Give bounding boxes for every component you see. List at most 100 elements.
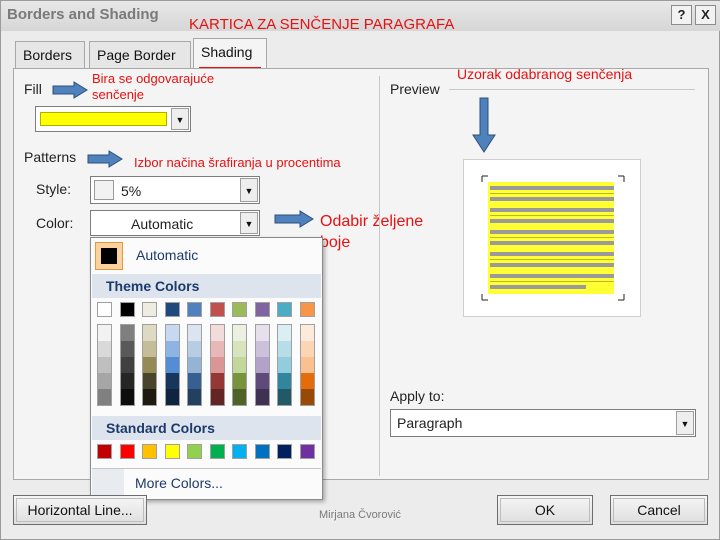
automatic-color-swatch[interactable] xyxy=(101,248,117,264)
color-menu: Automatic Theme Colors Standard Colors M… xyxy=(90,237,323,500)
theme-color-tint-swatch[interactable] xyxy=(119,389,135,405)
standard-color-swatch[interactable] xyxy=(232,444,247,459)
theme-color-swatch[interactable] xyxy=(299,302,315,317)
standard-color-swatch[interactable] xyxy=(97,444,112,459)
theme-color-tint-swatch[interactable] xyxy=(97,357,112,373)
theme-color-tint-column xyxy=(142,324,157,406)
author-credit: Mirjana Čvorović xyxy=(319,509,401,521)
tab-borders[interactable]: Borders xyxy=(15,41,85,69)
theme-color-tint-swatch[interactable] xyxy=(254,373,270,389)
standard-color-swatch[interactable] xyxy=(187,444,202,459)
more-colors-option[interactable]: More Colors... xyxy=(135,475,223,491)
theme-color-tint-swatch[interactable] xyxy=(209,357,225,373)
theme-color-tint-swatch[interactable] xyxy=(277,357,292,373)
theme-color-tint-swatch[interactable] xyxy=(209,325,225,341)
theme-color-tint-swatch[interactable] xyxy=(119,325,135,341)
theme-colors-heading: Theme Colors xyxy=(92,274,321,298)
theme-color-tint-swatch[interactable] xyxy=(232,325,247,341)
theme-color-tint-swatch[interactable] xyxy=(254,341,270,357)
theme-color-tint-swatch[interactable] xyxy=(97,373,112,389)
close-button[interactable]: X xyxy=(695,5,716,25)
help-button[interactable]: ? xyxy=(671,5,692,25)
theme-color-tint-swatch[interactable] xyxy=(277,325,292,341)
patterns-annotation: Izbor načina šrafiranja u procentima xyxy=(134,155,341,170)
apply-to-dropdown[interactable]: Paragraph ▼ xyxy=(390,409,696,437)
theme-color-tint-swatch[interactable] xyxy=(254,357,270,373)
theme-color-tint-swatch[interactable] xyxy=(119,373,135,389)
theme-color-tint-swatch[interactable] xyxy=(187,373,202,389)
theme-color-tint-swatch[interactable] xyxy=(209,341,225,357)
theme-color-tint-swatch[interactable] xyxy=(119,357,135,373)
theme-color-tint-swatch[interactable] xyxy=(232,357,247,373)
fill-color-dropdown[interactable]: ▼ xyxy=(35,106,191,132)
horizontal-line-button[interactable]: Horizontal Line... xyxy=(13,495,147,525)
theme-color-swatch[interactable] xyxy=(254,302,270,317)
theme-color-tint-swatch[interactable] xyxy=(164,341,180,357)
theme-color-swatch[interactable] xyxy=(209,302,225,317)
theme-color-tint-swatch[interactable] xyxy=(232,341,247,357)
theme-color-tint-swatch[interactable] xyxy=(142,389,157,405)
theme-color-tint-swatch[interactable] xyxy=(254,389,270,405)
theme-color-tint-swatch[interactable] xyxy=(299,373,315,389)
pattern-color-dropdown[interactable]: Automatic ▼ xyxy=(90,210,260,236)
standard-color-swatch[interactable] xyxy=(209,444,225,459)
standard-color-swatch[interactable] xyxy=(164,444,180,459)
theme-color-tint-swatch[interactable] xyxy=(164,389,180,405)
automatic-color-option[interactable]: Automatic xyxy=(136,247,198,263)
theme-color-tint-swatch[interactable] xyxy=(164,325,180,341)
standard-color-swatch[interactable] xyxy=(299,444,315,459)
theme-color-tint-swatch[interactable] xyxy=(164,373,180,389)
theme-color-swatch[interactable] xyxy=(277,302,292,317)
theme-color-tint-swatch[interactable] xyxy=(277,341,292,357)
ok-button[interactable]: OK xyxy=(497,495,593,525)
chevron-down-icon[interactable]: ▼ xyxy=(676,411,694,435)
color-annotation: Odabir željene boje xyxy=(320,213,424,251)
theme-color-tint-swatch[interactable] xyxy=(119,341,135,357)
theme-color-tint-swatch[interactable] xyxy=(164,357,180,373)
theme-color-tint-swatch[interactable] xyxy=(299,357,315,373)
theme-color-swatch[interactable] xyxy=(187,302,202,317)
theme-color-swatch[interactable] xyxy=(232,302,247,317)
tab-page-border[interactable]: Page Border xyxy=(89,41,191,69)
theme-color-tint-swatch[interactable] xyxy=(299,325,315,341)
chevron-down-icon[interactable]: ▼ xyxy=(240,212,258,234)
theme-color-tint-swatch[interactable] xyxy=(209,373,225,389)
theme-color-tint-swatch[interactable] xyxy=(187,341,202,357)
theme-color-tint-swatch[interactable] xyxy=(299,389,315,405)
panel-divider xyxy=(379,76,380,476)
theme-color-tint-swatch[interactable] xyxy=(209,389,225,405)
cancel-button[interactable]: Cancel xyxy=(610,495,708,525)
theme-color-tint-column xyxy=(254,324,270,406)
standard-color-swatch[interactable] xyxy=(119,444,135,459)
pattern-color-value: Automatic xyxy=(131,216,194,232)
theme-color-swatch[interactable] xyxy=(142,302,157,317)
theme-color-tint-swatch[interactable] xyxy=(97,389,112,405)
theme-color-tint-swatch[interactable] xyxy=(254,325,270,341)
theme-color-tint-swatch[interactable] xyxy=(97,325,112,341)
theme-color-tint-swatch[interactable] xyxy=(277,373,292,389)
theme-color-swatch[interactable] xyxy=(97,302,112,317)
theme-color-tint-swatch[interactable] xyxy=(97,341,112,357)
chevron-down-icon[interactable]: ▼ xyxy=(171,108,189,130)
theme-color-swatch[interactable] xyxy=(164,302,180,317)
standard-color-swatch[interactable] xyxy=(142,444,157,459)
theme-color-swatch[interactable] xyxy=(119,302,135,317)
theme-color-tint-swatch[interactable] xyxy=(299,341,315,357)
theme-color-tint-column xyxy=(187,324,202,406)
theme-color-tint-swatch[interactable] xyxy=(187,357,202,373)
theme-color-tint-swatch[interactable] xyxy=(277,389,292,405)
theme-color-tint-swatch[interactable] xyxy=(232,373,247,389)
theme-color-tint-swatch[interactable] xyxy=(142,341,157,357)
theme-color-tint-swatch[interactable] xyxy=(232,389,247,405)
theme-color-tint-swatch[interactable] xyxy=(142,325,157,341)
theme-color-tint-swatch[interactable] xyxy=(142,357,157,373)
theme-color-tint-swatch[interactable] xyxy=(142,373,157,389)
tab-shading[interactable]: Shading xyxy=(193,38,267,69)
standard-color-swatch[interactable] xyxy=(254,444,270,459)
color-arrow-icon xyxy=(274,210,314,228)
chevron-down-icon[interactable]: ▼ xyxy=(240,178,258,202)
theme-color-tint-swatch[interactable] xyxy=(187,389,202,405)
style-dropdown[interactable]: 5% ▼ xyxy=(90,176,260,204)
theme-color-tint-swatch[interactable] xyxy=(187,325,202,341)
standard-color-swatch[interactable] xyxy=(277,444,292,459)
